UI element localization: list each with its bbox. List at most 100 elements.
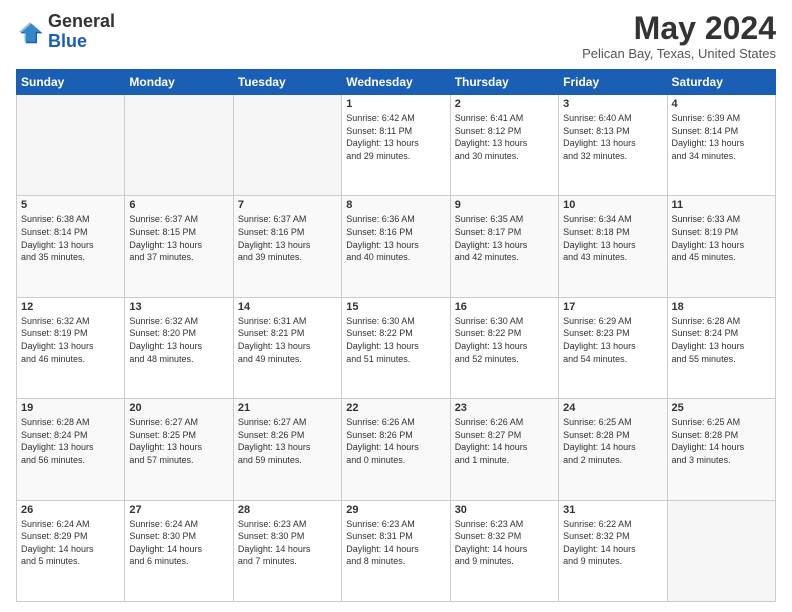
day-number: 26: [21, 504, 120, 516]
day-number: 28: [238, 504, 337, 516]
calendar-header-wednesday: Wednesday: [342, 70, 450, 95]
day-number: 14: [238, 301, 337, 313]
calendar-day: 28 Sunrise: 6:23 AM Sunset: 8:30 PM Dayli…: [233, 500, 341, 601]
calendar-day: 18Sunrise: 6:28 AM Sunset: 8:24 PM Dayli…: [667, 297, 775, 398]
logo: General Blue: [16, 12, 115, 52]
header: General Blue May 2024 Pelican Bay, Texas…: [16, 12, 776, 61]
day-info: Sunrise: 6:39 AM Sunset: 8:14 PM Dayligh…: [672, 112, 771, 162]
calendar-day: 6 Sunrise: 6:37 AM Sunset: 8:15 PM Daylig…: [125, 196, 233, 297]
calendar-week-row: 12Sunrise: 6:32 AM Sunset: 8:19 PM Dayli…: [17, 297, 776, 398]
day-info: Sunrise: 6:25 AM Sunset: 8:28 PM Dayligh…: [563, 416, 662, 466]
calendar-day: 31 Sunrise: 6:22 AM Sunset: 8:32 PM Dayli…: [559, 500, 667, 601]
day-number: 13: [129, 301, 228, 313]
day-info: Sunrise: 6:40 AM Sunset: 8:13 PM Dayligh…: [563, 112, 662, 162]
day-info: Sunrise: 6:30 AM Sunset: 8:22 PM Dayligh…: [455, 315, 554, 365]
calendar-day: [667, 500, 775, 601]
day-info: Sunrise: 6:32 AM Sunset: 8:19 PM Dayligh…: [21, 315, 120, 365]
calendar-header-saturday: Saturday: [667, 70, 775, 95]
logo-general: General: [48, 11, 115, 31]
day-info: Sunrise: 6:42 AM Sunset: 8:11 PM Dayligh…: [346, 112, 445, 162]
calendar-day: 24 Sunrise: 6:25 AM Sunset: 8:28 PM Dayli…: [559, 399, 667, 500]
day-number: 20: [129, 402, 228, 414]
day-info: Sunrise: 6:28 AM Sunset: 8:24 PM Dayligh…: [21, 416, 120, 466]
calendar-day: 25Sunrise: 6:25 AM Sunset: 8:28 PM Dayli…: [667, 399, 775, 500]
calendar-day: 13 Sunrise: 6:32 AM Sunset: 8:20 PM Dayli…: [125, 297, 233, 398]
calendar-day: 30 Sunrise: 6:23 AM Sunset: 8:32 PM Dayli…: [450, 500, 558, 601]
day-number: 9: [455, 199, 554, 211]
header-right: May 2024 Pelican Bay, Texas, United Stat…: [582, 12, 776, 61]
day-info: Sunrise: 6:23 AM Sunset: 8:32 PM Dayligh…: [455, 518, 554, 568]
day-number: 21: [238, 402, 337, 414]
calendar-week-row: 5 Sunrise: 6:38 AM Sunset: 8:14 PM Daylig…: [17, 196, 776, 297]
calendar-header-sunday: Sunday: [17, 70, 125, 95]
calendar-day: 5 Sunrise: 6:38 AM Sunset: 8:14 PM Daylig…: [17, 196, 125, 297]
calendar-day: 23 Sunrise: 6:26 AM Sunset: 8:27 PM Dayli…: [450, 399, 558, 500]
day-info: Sunrise: 6:37 AM Sunset: 8:15 PM Dayligh…: [129, 213, 228, 263]
calendar-day: 27 Sunrise: 6:24 AM Sunset: 8:30 PM Dayli…: [125, 500, 233, 601]
calendar-day: 26 Sunrise: 6:24 AM Sunset: 8:29 PM Dayli…: [17, 500, 125, 601]
day-info: Sunrise: 6:30 AM Sunset: 8:22 PM Dayligh…: [346, 315, 445, 365]
day-info: Sunrise: 6:23 AM Sunset: 8:30 PM Dayligh…: [238, 518, 337, 568]
calendar-header-friday: Friday: [559, 70, 667, 95]
day-info: Sunrise: 6:34 AM Sunset: 8:18 PM Dayligh…: [563, 213, 662, 263]
day-info: Sunrise: 6:28 AM Sunset: 8:24 PM Dayligh…: [672, 315, 771, 365]
day-info: Sunrise: 6:23 AM Sunset: 8:31 PM Dayligh…: [346, 518, 445, 568]
day-number: 6: [129, 199, 228, 211]
calendar-day: 7 Sunrise: 6:37 AM Sunset: 8:16 PM Daylig…: [233, 196, 341, 297]
day-info: Sunrise: 6:24 AM Sunset: 8:30 PM Dayligh…: [129, 518, 228, 568]
day-number: 17: [563, 301, 662, 313]
calendar-week-row: 1Sunrise: 6:42 AM Sunset: 8:11 PM Daylig…: [17, 95, 776, 196]
calendar-day: 2 Sunrise: 6:41 AM Sunset: 8:12 PM Daylig…: [450, 95, 558, 196]
day-info: Sunrise: 6:26 AM Sunset: 8:27 PM Dayligh…: [455, 416, 554, 466]
day-number: 30: [455, 504, 554, 516]
calendar-day: 1Sunrise: 6:42 AM Sunset: 8:11 PM Daylig…: [342, 95, 450, 196]
day-info: Sunrise: 6:22 AM Sunset: 8:32 PM Dayligh…: [563, 518, 662, 568]
day-number: 23: [455, 402, 554, 414]
calendar-day: 16Sunrise: 6:30 AM Sunset: 8:22 PM Dayli…: [450, 297, 558, 398]
day-number: 24: [563, 402, 662, 414]
day-info: Sunrise: 6:27 AM Sunset: 8:26 PM Dayligh…: [238, 416, 337, 466]
calendar-week-row: 19 Sunrise: 6:28 AM Sunset: 8:24 PM Dayli…: [17, 399, 776, 500]
day-number: 19: [21, 402, 120, 414]
calendar-day: 21 Sunrise: 6:27 AM Sunset: 8:26 PM Dayli…: [233, 399, 341, 500]
day-info: Sunrise: 6:38 AM Sunset: 8:14 PM Dayligh…: [21, 213, 120, 263]
calendar-day: 15 Sunrise: 6:30 AM Sunset: 8:22 PM Dayli…: [342, 297, 450, 398]
calendar-day: 29 Sunrise: 6:23 AM Sunset: 8:31 PM Dayli…: [342, 500, 450, 601]
day-number: 15: [346, 301, 445, 313]
day-info: Sunrise: 6:25 AM Sunset: 8:28 PM Dayligh…: [672, 416, 771, 466]
day-info: Sunrise: 6:35 AM Sunset: 8:17 PM Dayligh…: [455, 213, 554, 263]
calendar-day: 9 Sunrise: 6:35 AM Sunset: 8:17 PM Daylig…: [450, 196, 558, 297]
day-info: Sunrise: 6:29 AM Sunset: 8:23 PM Dayligh…: [563, 315, 662, 365]
calendar-day: 11Sunrise: 6:33 AM Sunset: 8:19 PM Dayli…: [667, 196, 775, 297]
day-info: Sunrise: 6:31 AM Sunset: 8:21 PM Dayligh…: [238, 315, 337, 365]
logo-blue: Blue: [48, 31, 87, 51]
calendar-day: 4 Sunrise: 6:39 AM Sunset: 8:14 PM Daylig…: [667, 95, 775, 196]
day-info: Sunrise: 6:24 AM Sunset: 8:29 PM Dayligh…: [21, 518, 120, 568]
calendar-day: 12Sunrise: 6:32 AM Sunset: 8:19 PM Dayli…: [17, 297, 125, 398]
day-number: 31: [563, 504, 662, 516]
day-number: 7: [238, 199, 337, 211]
day-info: Sunrise: 6:26 AM Sunset: 8:26 PM Dayligh…: [346, 416, 445, 466]
calendar-day: 14 Sunrise: 6:31 AM Sunset: 8:21 PM Dayli…: [233, 297, 341, 398]
day-number: 27: [129, 504, 228, 516]
day-number: 2: [455, 98, 554, 110]
calendar-header-monday: Monday: [125, 70, 233, 95]
calendar-day: 19 Sunrise: 6:28 AM Sunset: 8:24 PM Dayli…: [17, 399, 125, 500]
calendar-day: [233, 95, 341, 196]
day-number: 5: [21, 199, 120, 211]
day-info: Sunrise: 6:41 AM Sunset: 8:12 PM Dayligh…: [455, 112, 554, 162]
calendar-day: 10 Sunrise: 6:34 AM Sunset: 8:18 PM Dayli…: [559, 196, 667, 297]
calendar-header-tuesday: Tuesday: [233, 70, 341, 95]
calendar-day: [125, 95, 233, 196]
day-number: 10: [563, 199, 662, 211]
page: General Blue May 2024 Pelican Bay, Texas…: [0, 0, 792, 612]
day-number: 4: [672, 98, 771, 110]
day-info: Sunrise: 6:32 AM Sunset: 8:20 PM Dayligh…: [129, 315, 228, 365]
day-number: 29: [346, 504, 445, 516]
day-info: Sunrise: 6:37 AM Sunset: 8:16 PM Dayligh…: [238, 213, 337, 263]
day-info: Sunrise: 6:27 AM Sunset: 8:25 PM Dayligh…: [129, 416, 228, 466]
day-number: 8: [346, 199, 445, 211]
calendar-header-thursday: Thursday: [450, 70, 558, 95]
calendar-header-row: SundayMondayTuesdayWednesdayThursdayFrid…: [17, 70, 776, 95]
logo-text: General Blue: [48, 12, 115, 52]
